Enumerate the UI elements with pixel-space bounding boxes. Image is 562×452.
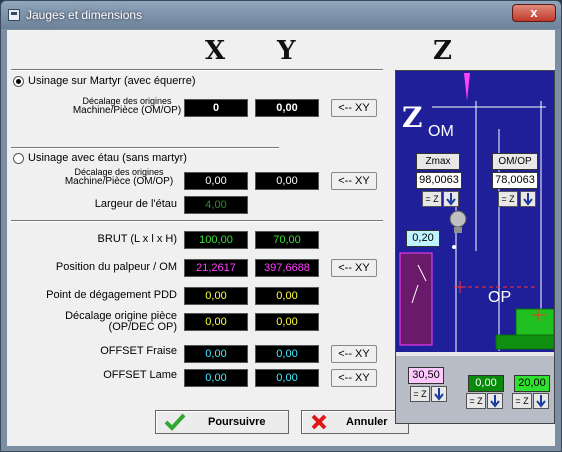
offset-fraise-x-field[interactable]: 0,00 <box>184 345 248 363</box>
zmax-value-field[interactable]: 98,0063 <box>416 172 462 189</box>
etau-set-z-button[interactable]: = Z <box>410 386 430 402</box>
setup-scheme-panel: Z OM OP Zmax 98,0063 = Z OM/OP 78,0063 =… <box>395 70 555 424</box>
omop-probe-button[interactable] <box>520 191 536 207</box>
decop-y-field[interactable]: 0,00 <box>255 313 319 331</box>
close-button[interactable]: x <box>512 4 556 22</box>
largeur-label: Largeur de l'étau <box>94 198 177 210</box>
palpeur-x-field[interactable]: 21,2617 <box>184 259 248 277</box>
martyr-shape <box>495 334 554 350</box>
decop-label: Décalage origine pièce (OP/DEC OP) <box>47 311 177 333</box>
cancel-button-label: Annuler <box>346 416 388 428</box>
cancel-button[interactable]: Annuler <box>301 410 409 434</box>
decalage2-x-field[interactable]: 0,00 <box>184 172 248 190</box>
decalage2-label: Décalage des origines Machine/Pièce (OM/… <box>59 167 179 187</box>
cross-icon <box>311 414 327 430</box>
radio-etau-label: Usinage avec étau (sans martyr) <box>28 152 187 164</box>
separator-mid <box>11 147 279 149</box>
radio-martyr-label: Usinage sur Martyr (avec équerre) <box>28 75 196 87</box>
scheme-op-label: OP <box>488 289 512 306</box>
probe-down-icon <box>446 193 456 206</box>
scheme-z-label: Z <box>402 101 423 134</box>
martyr-probe-button[interactable] <box>533 393 549 409</box>
omop-set-z-button[interactable]: = Z <box>498 191 518 207</box>
pdd-y-field[interactable]: 0,00 <box>255 287 319 305</box>
piece-value-field[interactable]: 0,00 <box>468 375 504 392</box>
header-x: X <box>205 36 226 66</box>
piece-probe-button[interactable] <box>487 393 503 409</box>
app-icon <box>8 9 20 21</box>
zmax-label-box: Zmax <box>416 153 460 170</box>
probe-icon <box>449 210 467 228</box>
decalage1-x-field[interactable]: 0 <box>184 99 248 117</box>
probe-down-icon <box>490 395 500 408</box>
decop-label-line2: (OP/DEC OP) <box>108 321 177 333</box>
brut-x-field[interactable]: 100,00 <box>184 231 248 249</box>
probe-down-icon <box>434 388 444 401</box>
decalage1-label: Décalage des origines Machine/Pièce (OM/… <box>67 96 187 116</box>
brut-y-field[interactable]: 70,00 <box>255 231 319 249</box>
dialog-window: Jauges et dimensions x X Y Z Usinage sur… <box>0 0 562 452</box>
radio-etau[interactable]: Usinage avec étau (sans martyr) <box>13 152 187 164</box>
radio-martyr-dot[interactable] <box>13 75 24 87</box>
pdd-label: Point de dégagement PDD <box>46 289 177 301</box>
decalage1-y-field[interactable]: 0,00 <box>255 99 319 117</box>
offset-lame-x-field[interactable]: 0,00 <box>184 369 248 387</box>
radio-etau-dot[interactable] <box>13 152 24 164</box>
separator-top <box>11 69 383 71</box>
scheme-om-label: OM <box>428 123 454 140</box>
offset-fraise-get-xy-button[interactable]: <-- XY <box>331 345 377 363</box>
dialog-client-area: X Y Z Usinage sur Martyr (avec équerre) … <box>7 30 555 446</box>
etau-probe-button[interactable] <box>431 386 447 402</box>
decalage1-get-xy-button[interactable]: <-- XY <box>331 99 377 117</box>
separator-bottom <box>11 220 383 222</box>
brut-label: BRUT (L x l x H) <box>97 233 177 245</box>
offset-fraise-label: OFFSET Fraise <box>100 345 177 357</box>
tool-tip-icon <box>464 73 470 101</box>
omop-label-box: OM/OP <box>492 153 538 170</box>
continue-button[interactable]: Poursuivre <box>155 410 289 434</box>
piece-set-z-button[interactable]: = Z <box>466 393 486 409</box>
martyr-value-field[interactable]: 20,00 <box>514 375 550 392</box>
palpeur-get-xy-button[interactable]: <-- XY <box>331 259 377 277</box>
probe-down-icon <box>536 395 546 408</box>
radio-martyr[interactable]: Usinage sur Martyr (avec équerre) <box>13 75 196 87</box>
continue-button-label: Poursuivre <box>208 416 266 428</box>
offset-fraise-y-field[interactable]: 0,00 <box>255 345 319 363</box>
header-y: Y <box>277 36 296 66</box>
vise-shape <box>399 252 433 346</box>
zmax-set-z-button[interactable]: = Z <box>422 191 442 207</box>
etau-value-field[interactable]: 30,50 <box>408 367 444 384</box>
largeur-field[interactable]: 4,00 <box>184 196 248 214</box>
offset-lame-get-xy-button[interactable]: <-- XY <box>331 369 377 387</box>
check-icon <box>164 413 186 431</box>
zmax-probe-button[interactable] <box>443 191 459 207</box>
martyr-set-z-button[interactable]: = Z <box>512 393 532 409</box>
palpeur-y-field[interactable]: 397,6688 <box>255 259 319 277</box>
pdd-x-field[interactable]: 0,00 <box>184 287 248 305</box>
decop-x-field[interactable]: 0,00 <box>184 313 248 331</box>
decalage2-get-xy-button[interactable]: <-- XY <box>331 172 377 190</box>
header-z: Z <box>433 36 452 66</box>
offset-lame-y-field[interactable]: 0,00 <box>255 369 319 387</box>
palpeur-label: Position du palpeur / OM <box>55 261 177 273</box>
probe-down-icon <box>523 193 533 206</box>
decalage1-label-line2: Machine/Pièce (OM/OP) <box>72 105 182 116</box>
offset-lame-label: OFFSET Lame <box>103 369 177 381</box>
window-title: Jauges et dimensions <box>26 8 143 22</box>
omop-value-field[interactable]: 78,0063 <box>492 172 538 189</box>
decalage2-label-line2: Machine/Pièce (OM/OP) <box>64 176 174 187</box>
decalage2-y-field[interactable]: 0,00 <box>255 172 319 190</box>
title-bar[interactable]: Jauges et dimensions x <box>1 1 561 29</box>
probe-value-field[interactable]: 0,20 <box>406 230 440 247</box>
